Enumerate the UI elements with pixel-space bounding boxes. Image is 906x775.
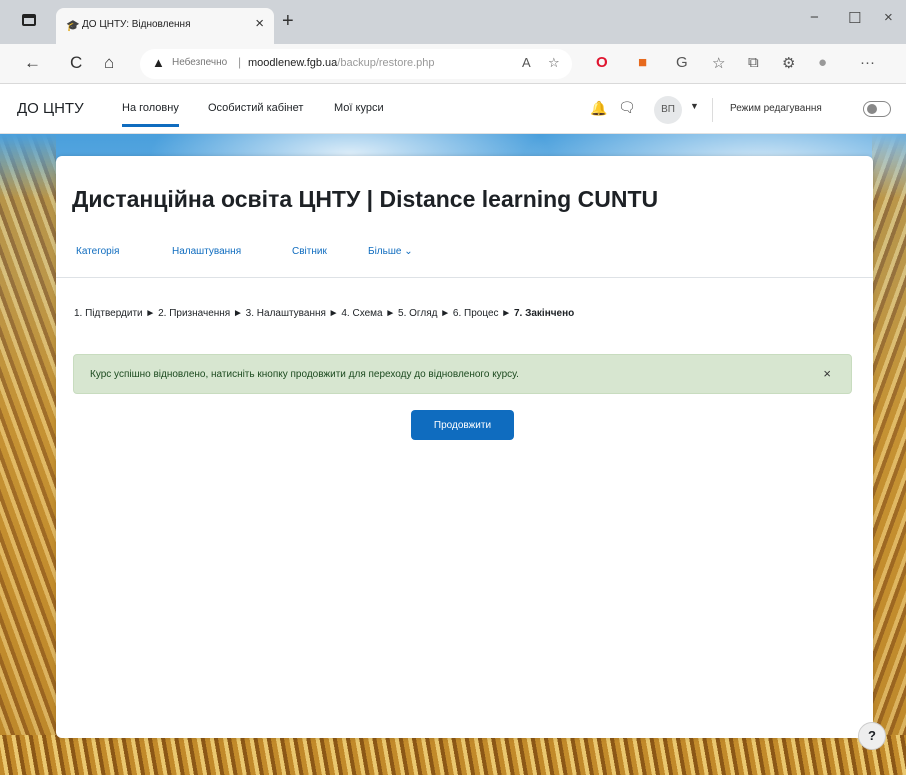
window-close-button[interactable]: × <box>884 9 893 26</box>
navbar-divider <box>712 98 713 122</box>
alert-close-icon[interactable]: × <box>823 366 831 381</box>
tab-actions-icon[interactable] <box>22 14 36 26</box>
messages-chat-icon[interactable]: 🗨 <box>618 99 636 116</box>
url-field[interactable]: ▲ Небезпечно | moodlenew.fgb.ua/backup/r… <box>140 49 572 79</box>
tab-lightbox[interactable]: Світник <box>292 246 327 257</box>
tab-title: ДО ЦНТУ: Відновлення <box>82 19 191 30</box>
profile-icon[interactable]: ● <box>818 54 827 71</box>
tab-more[interactable]: Більше ⌄ <box>368 246 413 257</box>
wheat-right <box>872 134 906 775</box>
tab-close-icon[interactable]: × <box>255 15 264 32</box>
main-content-card: Дистанційна освіта ЦНТУ | Distance learn… <box>56 156 873 738</box>
toggle-knob <box>867 104 877 114</box>
tab-category[interactable]: Категорія <box>76 246 119 257</box>
url-insecure-label: Небезпечно <box>172 57 228 68</box>
edit-mode-label: Режим редагування <box>730 103 822 114</box>
url-text: moodlenew.fgb.ua/backup/restore.php <box>248 57 435 69</box>
reload-button[interactable]: C <box>70 53 82 73</box>
wheat-left <box>0 134 56 775</box>
opera-icon[interactable]: O <box>596 54 608 71</box>
nav-my-courses[interactable]: Мої курси <box>334 102 384 114</box>
extensions-icon[interactable]: ⚙ <box>782 54 795 72</box>
collections-icon[interactable]: ⧉ <box>748 54 759 71</box>
restore-steps-breadcrumb: 1. Підтвердити ► 2. Призначення ► 3. Нал… <box>74 308 574 319</box>
user-avatar[interactable]: ВП <box>654 96 682 124</box>
more-icon[interactable]: ··· <box>860 54 875 71</box>
restore-current-step: 7. Закінчено <box>513 308 575 319</box>
site-brand[interactable]: ДО ЦНТУ <box>17 100 84 117</box>
url-separator: | <box>238 55 242 69</box>
browser-tab-bar: 🎓 ДО ЦНТУ: Відновлення × + − ☐ × <box>0 0 906 44</box>
tab-settings[interactable]: Налаштування <box>172 246 241 257</box>
extension-icon[interactable]: ■ <box>638 54 647 71</box>
alert-message: Курс успішно відновлено, натисніть кнопк… <box>90 369 519 380</box>
notifications-bell-icon[interactable]: 🔔 <box>590 100 607 117</box>
browser-tab[interactable]: 🎓 ДО ЦНТУ: Відновлення × <box>56 8 274 44</box>
minimize-button[interactable]: − <box>810 9 819 26</box>
read-aloud-icon[interactable]: A <box>522 55 531 70</box>
nav-home[interactable]: На головну <box>122 102 179 127</box>
home-button[interactable]: ⌂ <box>104 53 114 73</box>
page-title: Дистанційна освіта ЦНТУ | Distance learn… <box>72 186 659 212</box>
address-bar-row: ← C ⌂ ▲ Небезпечно | moodlenew.fgb.ua/ba… <box>0 44 906 84</box>
secondary-navigation: Категорія Налаштування Світник Більше ⌄ <box>56 242 873 278</box>
back-button[interactable]: ← <box>24 53 41 73</box>
wheat-bottom <box>0 735 906 775</box>
restore-steps: 1. Підтвердити ► 2. Призначення ► 3. Нал… <box>74 308 512 319</box>
warning-icon[interactable]: ▲ <box>152 55 165 70</box>
add-favorite-icon[interactable]: ☆ <box>548 55 560 71</box>
url-host: moodlenew.fgb.ua <box>248 57 338 69</box>
success-alert: Курс успішно відновлено, натисніть кнопк… <box>73 354 852 394</box>
continue-button[interactable]: Продовжити <box>411 410 514 440</box>
nav-dashboard[interactable]: Особистий кабінет <box>208 102 303 114</box>
site-navbar: ДО ЦНТУ На головну Особистий кабінет Мої… <box>0 84 906 134</box>
favorites-icon[interactable]: ☆ <box>712 54 725 72</box>
moodle-favicon-icon: 🎓 <box>66 20 80 32</box>
g-extension-icon[interactable]: G <box>676 54 688 71</box>
maximize-button[interactable]: ☐ <box>848 9 861 27</box>
help-button[interactable]: ? <box>858 722 886 750</box>
edit-mode-toggle[interactable] <box>863 101 891 117</box>
url-path: /backup/restore.php <box>337 57 435 69</box>
new-tab-button[interactable]: + <box>282 10 294 33</box>
user-menu-chevron-down-icon[interactable]: ▼ <box>690 101 699 111</box>
